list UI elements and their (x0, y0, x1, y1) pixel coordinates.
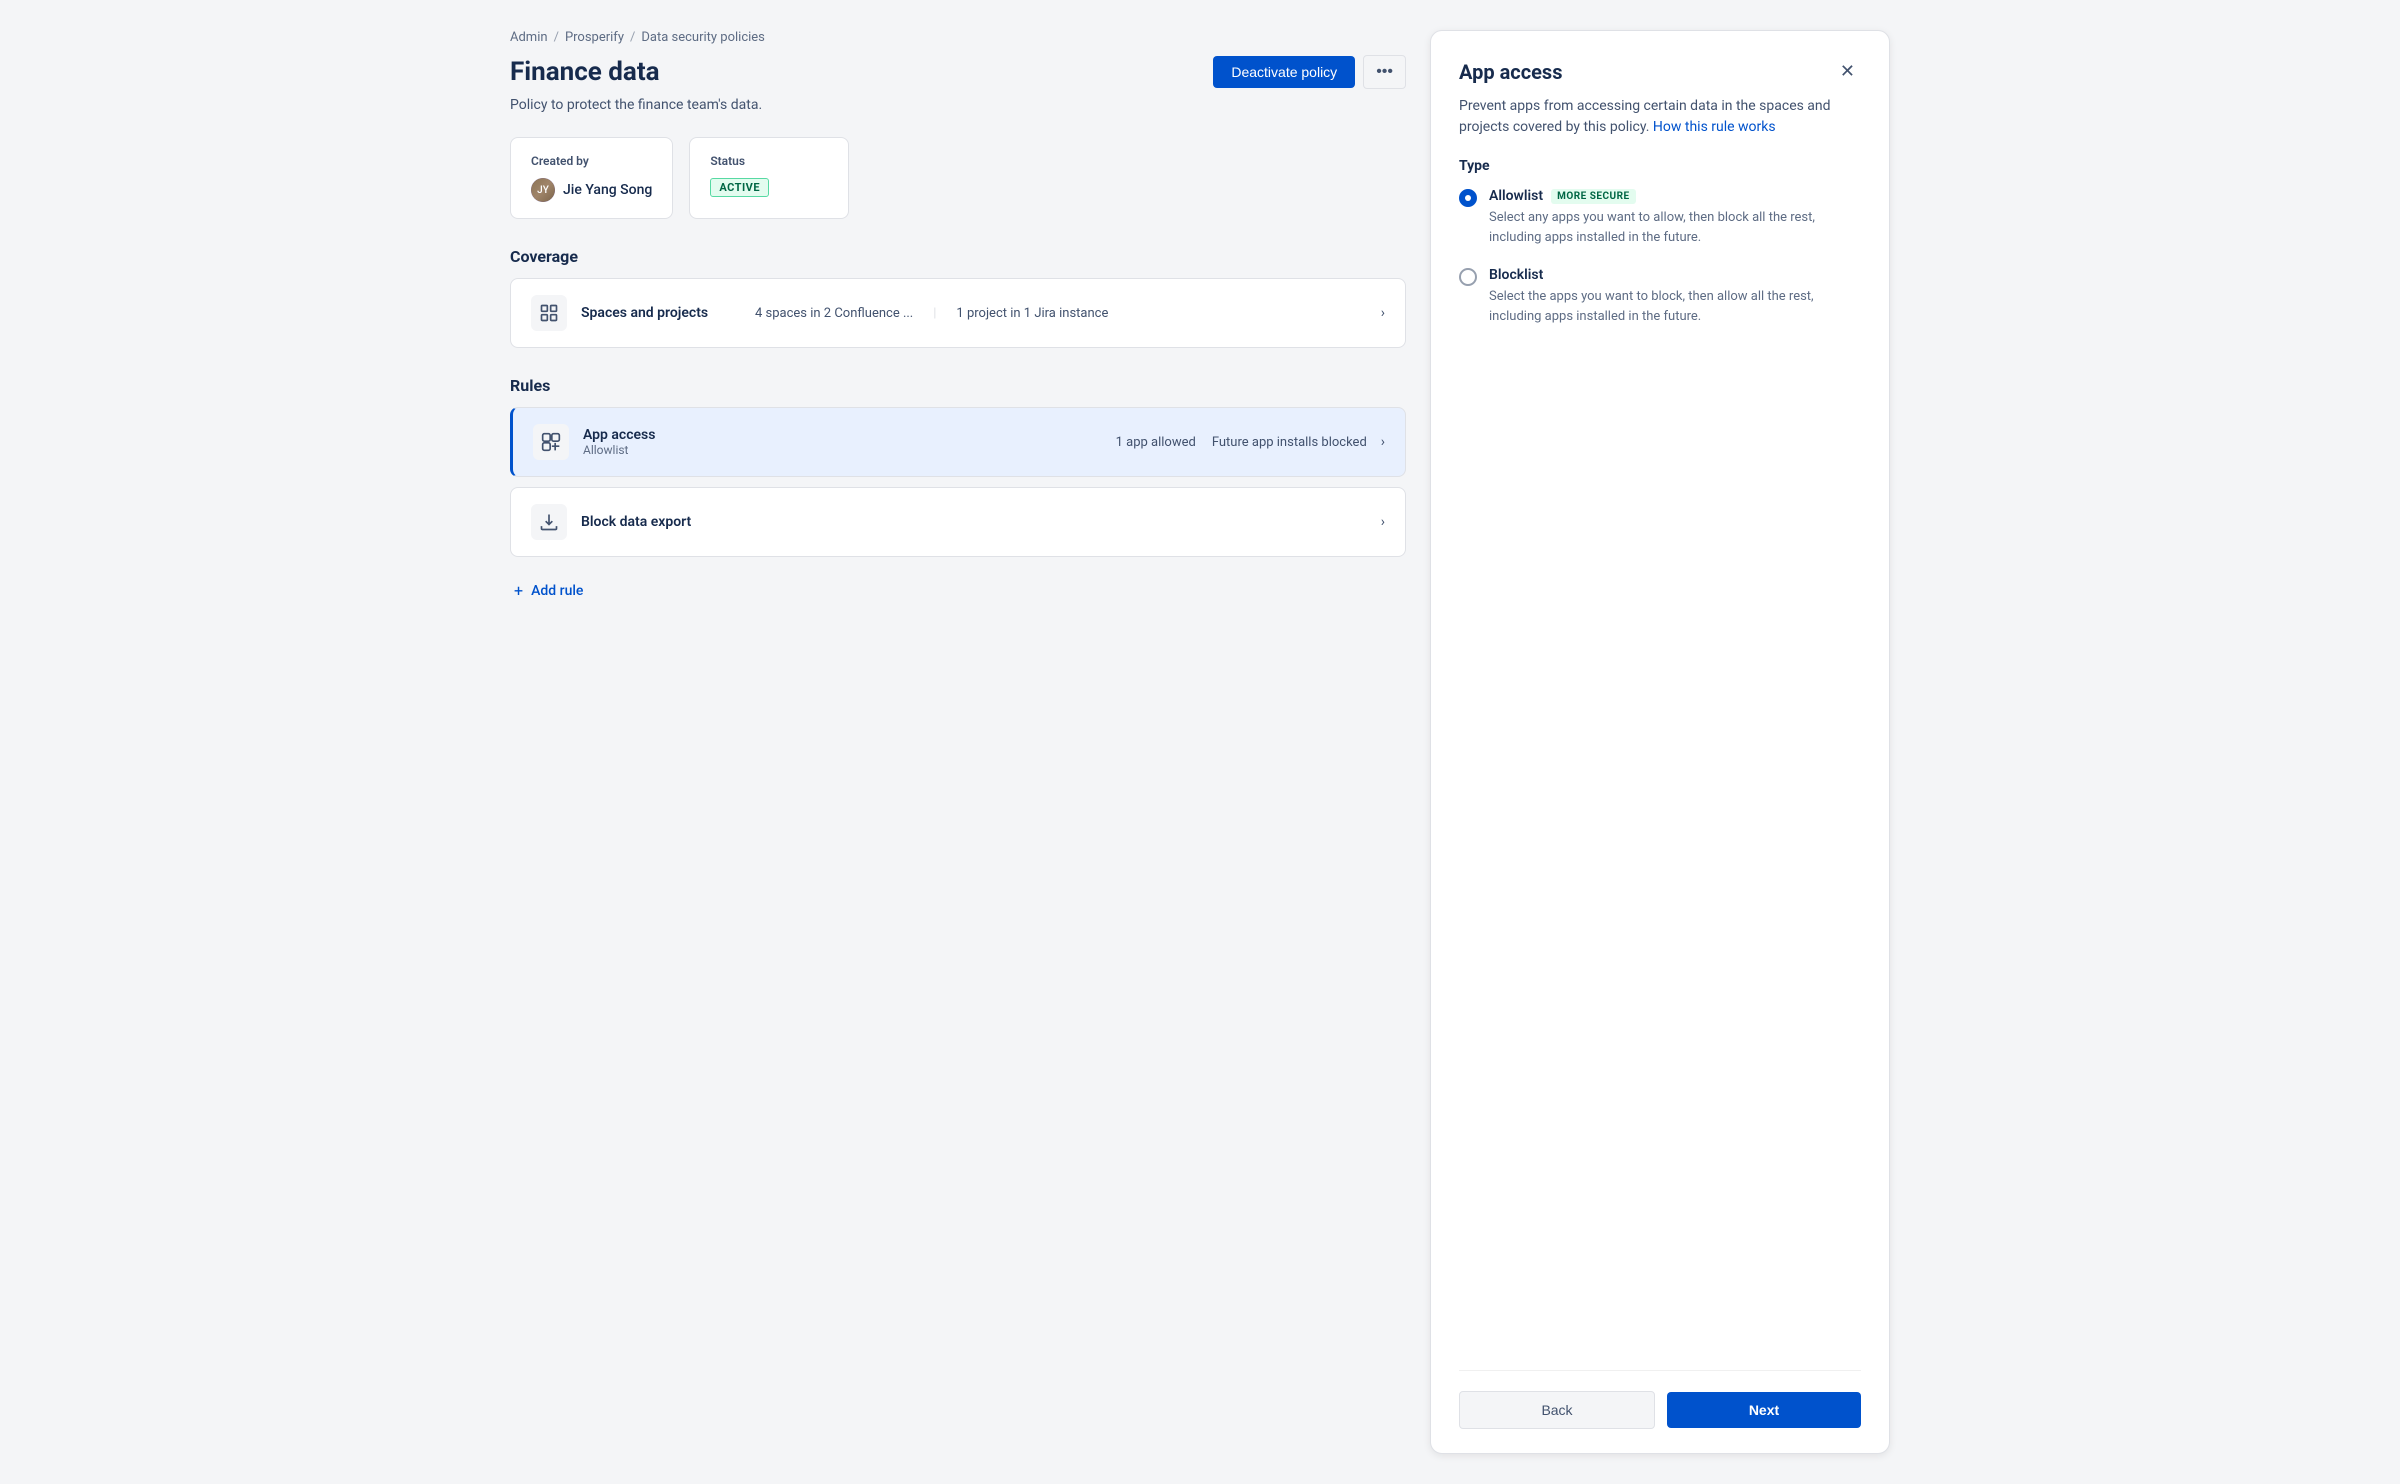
grid-icon (539, 303, 559, 323)
more-options-button[interactable]: ••• (1363, 55, 1406, 89)
radio-allowlist-content: Allowlist MORE SECURE Select any apps yo… (1489, 188, 1861, 247)
rule-app-allowed: 1 app allowed (1116, 435, 1196, 450)
more-icon: ••• (1376, 63, 1393, 81)
radio-allowlist-desc: Select any apps you want to allow, then … (1489, 208, 1861, 247)
coverage-detail-1: 4 spaces in 2 Confluence ... (755, 306, 913, 321)
avatar: JY (531, 178, 555, 202)
coverage-section-title: Coverage (510, 247, 1406, 266)
coverage-detail-2: 1 project in 1 Jira instance (956, 306, 1108, 321)
coverage-icon (531, 295, 567, 331)
rule-app-access-name: App access (583, 427, 1102, 443)
avatar-image: JY (531, 178, 555, 202)
created-by-label: Created by (531, 154, 652, 168)
rules-section-title: Rules (510, 376, 1406, 395)
coverage-details: 4 spaces in 2 Confluence ... | 1 project… (755, 306, 1367, 321)
download-block-svg (539, 512, 559, 532)
radio-allowlist[interactable]: Allowlist MORE SECURE Select any apps yo… (1459, 188, 1861, 247)
rule-future-blocked: Future app installs blocked (1212, 435, 1367, 450)
breadcrumb-sep-2: / (630, 30, 635, 45)
created-by-value: JY Jie Yang Song (531, 178, 652, 202)
breadcrumb-current: Data security policies (641, 30, 765, 45)
status-label: Status (710, 154, 828, 168)
radio-blocklist[interactable]: Blocklist Select the apps you want to bl… (1459, 267, 1861, 326)
more-secure-badge: MORE SECURE (1551, 189, 1636, 204)
coverage-card[interactable]: Spaces and projects 4 spaces in 2 Conflu… (510, 278, 1406, 348)
rule-app-access-icon (533, 424, 569, 460)
add-rule-label: Add rule (531, 583, 583, 599)
breadcrumb-admin[interactable]: Admin (510, 30, 548, 45)
status-card: Status ACTIVE (689, 137, 849, 219)
app-access-svg (541, 432, 561, 452)
rule-block-export-name: Block data export (581, 514, 1367, 530)
page-title: Finance data (510, 57, 660, 87)
page-description: Policy to protect the finance team's dat… (510, 97, 1406, 113)
rule-app-access-details: 1 app allowed Future app installs blocke… (1116, 435, 1367, 450)
rule-item-app-access[interactable]: App access Allowlist 1 app allowed Futur… (510, 407, 1406, 477)
rules-list: App access Allowlist 1 app allowed Futur… (510, 407, 1406, 567)
rule-block-export-chevron-icon: › (1381, 514, 1385, 530)
status-badge: ACTIVE (710, 178, 769, 197)
radio-blocklist-title: Blocklist (1489, 267, 1543, 283)
header-actions: Deactivate policy ••• (1213, 55, 1406, 89)
breadcrumb-sep-1: / (554, 30, 559, 45)
rule-app-access-info: App access Allowlist (583, 427, 1102, 457)
rule-block-export-icon (531, 504, 567, 540)
add-rule-plus-icon: + (514, 581, 523, 600)
rule-item-block-export[interactable]: Block data export › (510, 487, 1406, 557)
deactivate-policy-button[interactable]: Deactivate policy (1213, 56, 1355, 88)
panel-description: Prevent apps from accessing certain data… (1459, 96, 1861, 138)
rule-app-access-sub: Allowlist (583, 443, 1102, 457)
radio-allowlist-title-row: Allowlist MORE SECURE (1489, 188, 1861, 204)
panel-header: App access ✕ (1459, 59, 1861, 84)
page-header: Finance data Deactivate policy ••• (510, 55, 1406, 89)
radio-blocklist-desc: Select the apps you want to block, then … (1489, 287, 1861, 326)
status-value: ACTIVE (710, 178, 828, 197)
breadcrumb: Admin / Prosperify / Data security polic… (510, 30, 1406, 45)
radio-blocklist-content: Blocklist Select the apps you want to bl… (1489, 267, 1861, 326)
info-cards: Created by JY Jie Yang Song Status ACTIV… (510, 137, 1406, 219)
radio-blocklist-circle (1459, 268, 1477, 286)
rule-block-export-info: Block data export (581, 514, 1367, 530)
created-by-card: Created by JY Jie Yang Song (510, 137, 673, 219)
coverage-chevron-icon: › (1381, 305, 1385, 321)
panel-title: App access (1459, 60, 1562, 84)
creator-name: Jie Yang Song (563, 182, 652, 198)
add-rule-button[interactable]: + Add rule (510, 573, 1406, 608)
how-rule-works-link[interactable]: How this rule works (1653, 119, 1776, 135)
rule-app-access-chevron-icon: › (1381, 434, 1385, 450)
radio-allowlist-title: Allowlist (1489, 188, 1543, 204)
back-button[interactable]: Back (1459, 1391, 1655, 1429)
next-button[interactable]: Next (1667, 1392, 1861, 1428)
radio-allowlist-circle (1459, 189, 1477, 207)
radio-blocklist-title-row: Blocklist (1489, 267, 1861, 283)
side-panel: App access ✕ Prevent apps from accessing… (1430, 30, 1890, 1454)
panel-type-label: Type (1459, 158, 1861, 174)
panel-close-button[interactable]: ✕ (1834, 59, 1861, 84)
breadcrumb-prosperify[interactable]: Prosperify (565, 30, 624, 45)
coverage-title: Spaces and projects (581, 305, 741, 321)
panel-footer: Back Next (1459, 1370, 1861, 1429)
